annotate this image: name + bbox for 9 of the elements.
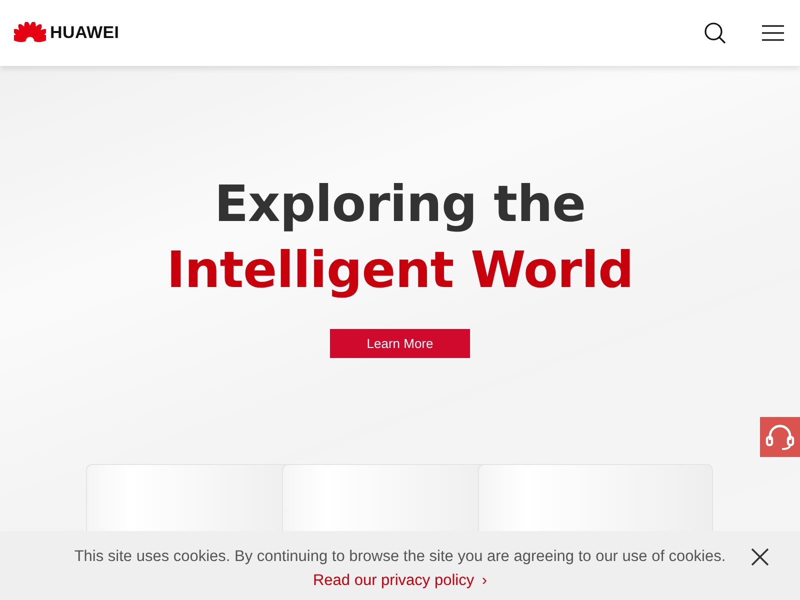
- privacy-policy-link[interactable]: Read our privacy policy ›: [312, 572, 487, 589]
- support-button[interactable]: [760, 417, 800, 457]
- logo-icon: [14, 22, 46, 44]
- menu-icon[interactable]: [762, 25, 784, 41]
- cookie-message: This site uses cookies. By continuing to browse the site you are agreeing to our use of cookies.: [74, 547, 726, 567]
- search-icon[interactable]: [704, 22, 726, 44]
- headset-icon: [765, 423, 795, 451]
- brand-name[interactable]: HUAWEI: [50, 20, 120, 46]
- learn-more-button[interactable]: Learn More: [330, 329, 470, 358]
